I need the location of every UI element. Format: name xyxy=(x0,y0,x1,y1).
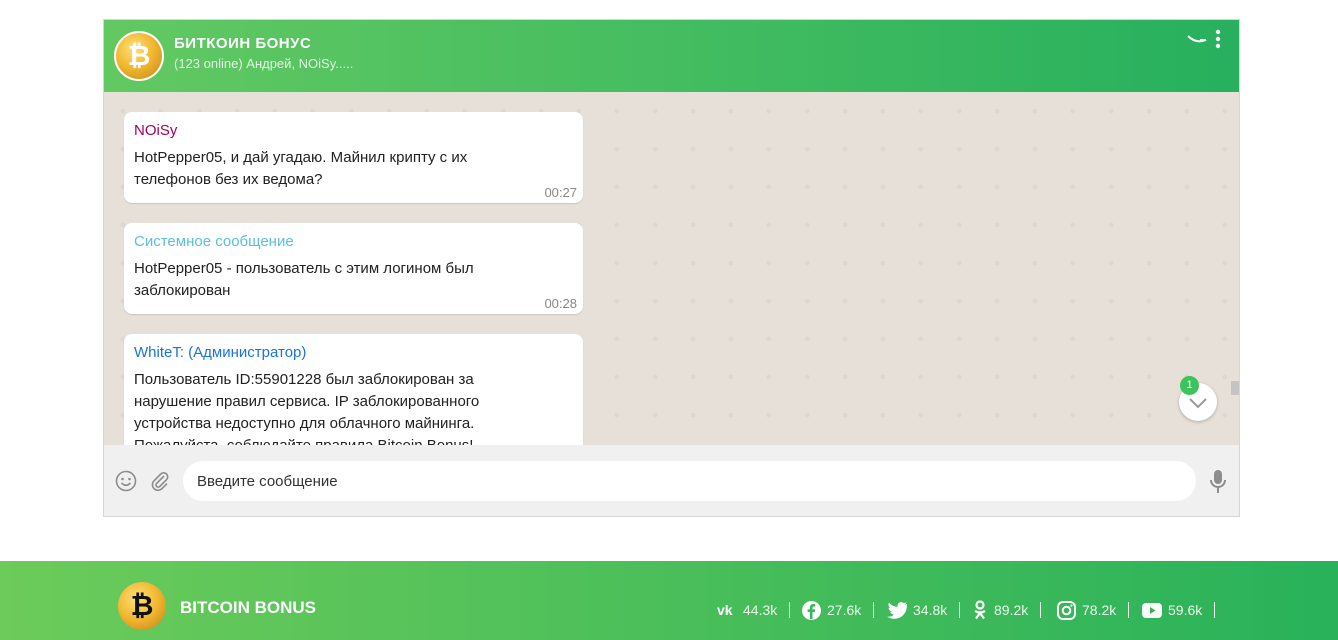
paperclip-icon[interactable] xyxy=(149,470,171,497)
divider xyxy=(789,602,791,618)
divider xyxy=(1214,602,1216,618)
social-vk[interactable]: vk 44.3k xyxy=(717,600,791,620)
message-time: 00:27 xyxy=(544,185,577,200)
message-author: Системное сообщение xyxy=(134,233,294,250)
message-bubble: NOiSy HotPepper05, и дай угадаю. Майнил … xyxy=(124,112,583,203)
message-bubble: WhiteT: (Администратор) Пользователь ID:… xyxy=(124,334,583,445)
footer-logo[interactable]: ₿ xyxy=(118,582,166,630)
twitter-icon xyxy=(887,601,907,619)
social-twitter[interactable]: 34.8k xyxy=(887,600,961,620)
svg-text:vk: vk xyxy=(717,603,733,617)
message-text: HotPepper05 - пользователь с этим логино… xyxy=(134,260,474,299)
divider xyxy=(959,602,961,618)
facebook-icon xyxy=(802,600,821,620)
message-bubble: Системное сообщение HotPepper05 - пользо… xyxy=(124,223,583,314)
microphone-icon[interactable] xyxy=(1209,469,1227,500)
message-author[interactable]: NOiSy xyxy=(134,122,573,139)
social-count: 59.6k xyxy=(1168,602,1203,618)
bitcoin-logo-icon: ₿ xyxy=(130,590,154,621)
message-text: Пользователь ID:55901228 был заблокирова… xyxy=(134,371,480,445)
bitcoin-logo-icon: ₿ xyxy=(127,40,151,71)
chat-window: ₿ БИТКОИН БОНУС (123 online) Андрей, NOi… xyxy=(103,19,1240,517)
social-count: 89.2k xyxy=(994,602,1029,618)
vk-icon: vk xyxy=(717,603,733,617)
social-odnoklassniki[interactable]: 89.2k xyxy=(972,600,1042,620)
message-list[interactable]: NOiSy HotPepper05, и дай угадаю. Майнил … xyxy=(104,92,1239,445)
footer-brand[interactable]: BITCOIN BONUS xyxy=(180,598,316,618)
input-bar xyxy=(104,445,1239,516)
unread-badge: 1 xyxy=(1180,376,1199,395)
social-count: 34.8k xyxy=(913,602,948,618)
social-facebook[interactable]: 27.6k xyxy=(802,600,875,620)
chat-avatar[interactable]: ₿ xyxy=(114,31,164,81)
social-instagram[interactable]: 78.2k xyxy=(1057,600,1130,620)
divider xyxy=(873,602,875,618)
instagram-icon xyxy=(1057,600,1076,620)
chat-header: ₿ БИТКОИН БОНУС (123 online) Андрей, NOi… xyxy=(104,20,1239,92)
more-options-icon[interactable] xyxy=(1214,29,1222,54)
social-count: 78.2k xyxy=(1082,602,1117,618)
scrollbar-thumb[interactable] xyxy=(1231,381,1239,395)
chat-subtitle[interactable]: (123 online) Андрей, NOiSy..... xyxy=(174,56,353,71)
emoji-icon[interactable] xyxy=(115,470,137,497)
social-count: 27.6k xyxy=(827,602,862,618)
divider xyxy=(1040,602,1042,618)
message-author[interactable]: WhiteT: (Администратор) xyxy=(134,344,573,361)
site-footer: ₿ BITCOIN BONUS vk 44.3k 27.6k 34.8k 89.… xyxy=(0,561,1338,640)
message-text: HotPepper05, и дай угадаю. Майнил крипту… xyxy=(134,149,468,188)
divider xyxy=(1128,602,1130,618)
odnoklassniki-icon xyxy=(974,600,986,620)
message-input[interactable] xyxy=(183,461,1196,501)
social-youtube[interactable]: 59.6k xyxy=(1142,600,1216,620)
chat-title: БИТКОИН БОНУС xyxy=(174,35,312,52)
social-count: 44.3k xyxy=(743,602,778,618)
youtube-icon xyxy=(1142,602,1162,618)
message-time: 00:28 xyxy=(544,296,577,311)
minimize-icon[interactable] xyxy=(1186,32,1208,51)
